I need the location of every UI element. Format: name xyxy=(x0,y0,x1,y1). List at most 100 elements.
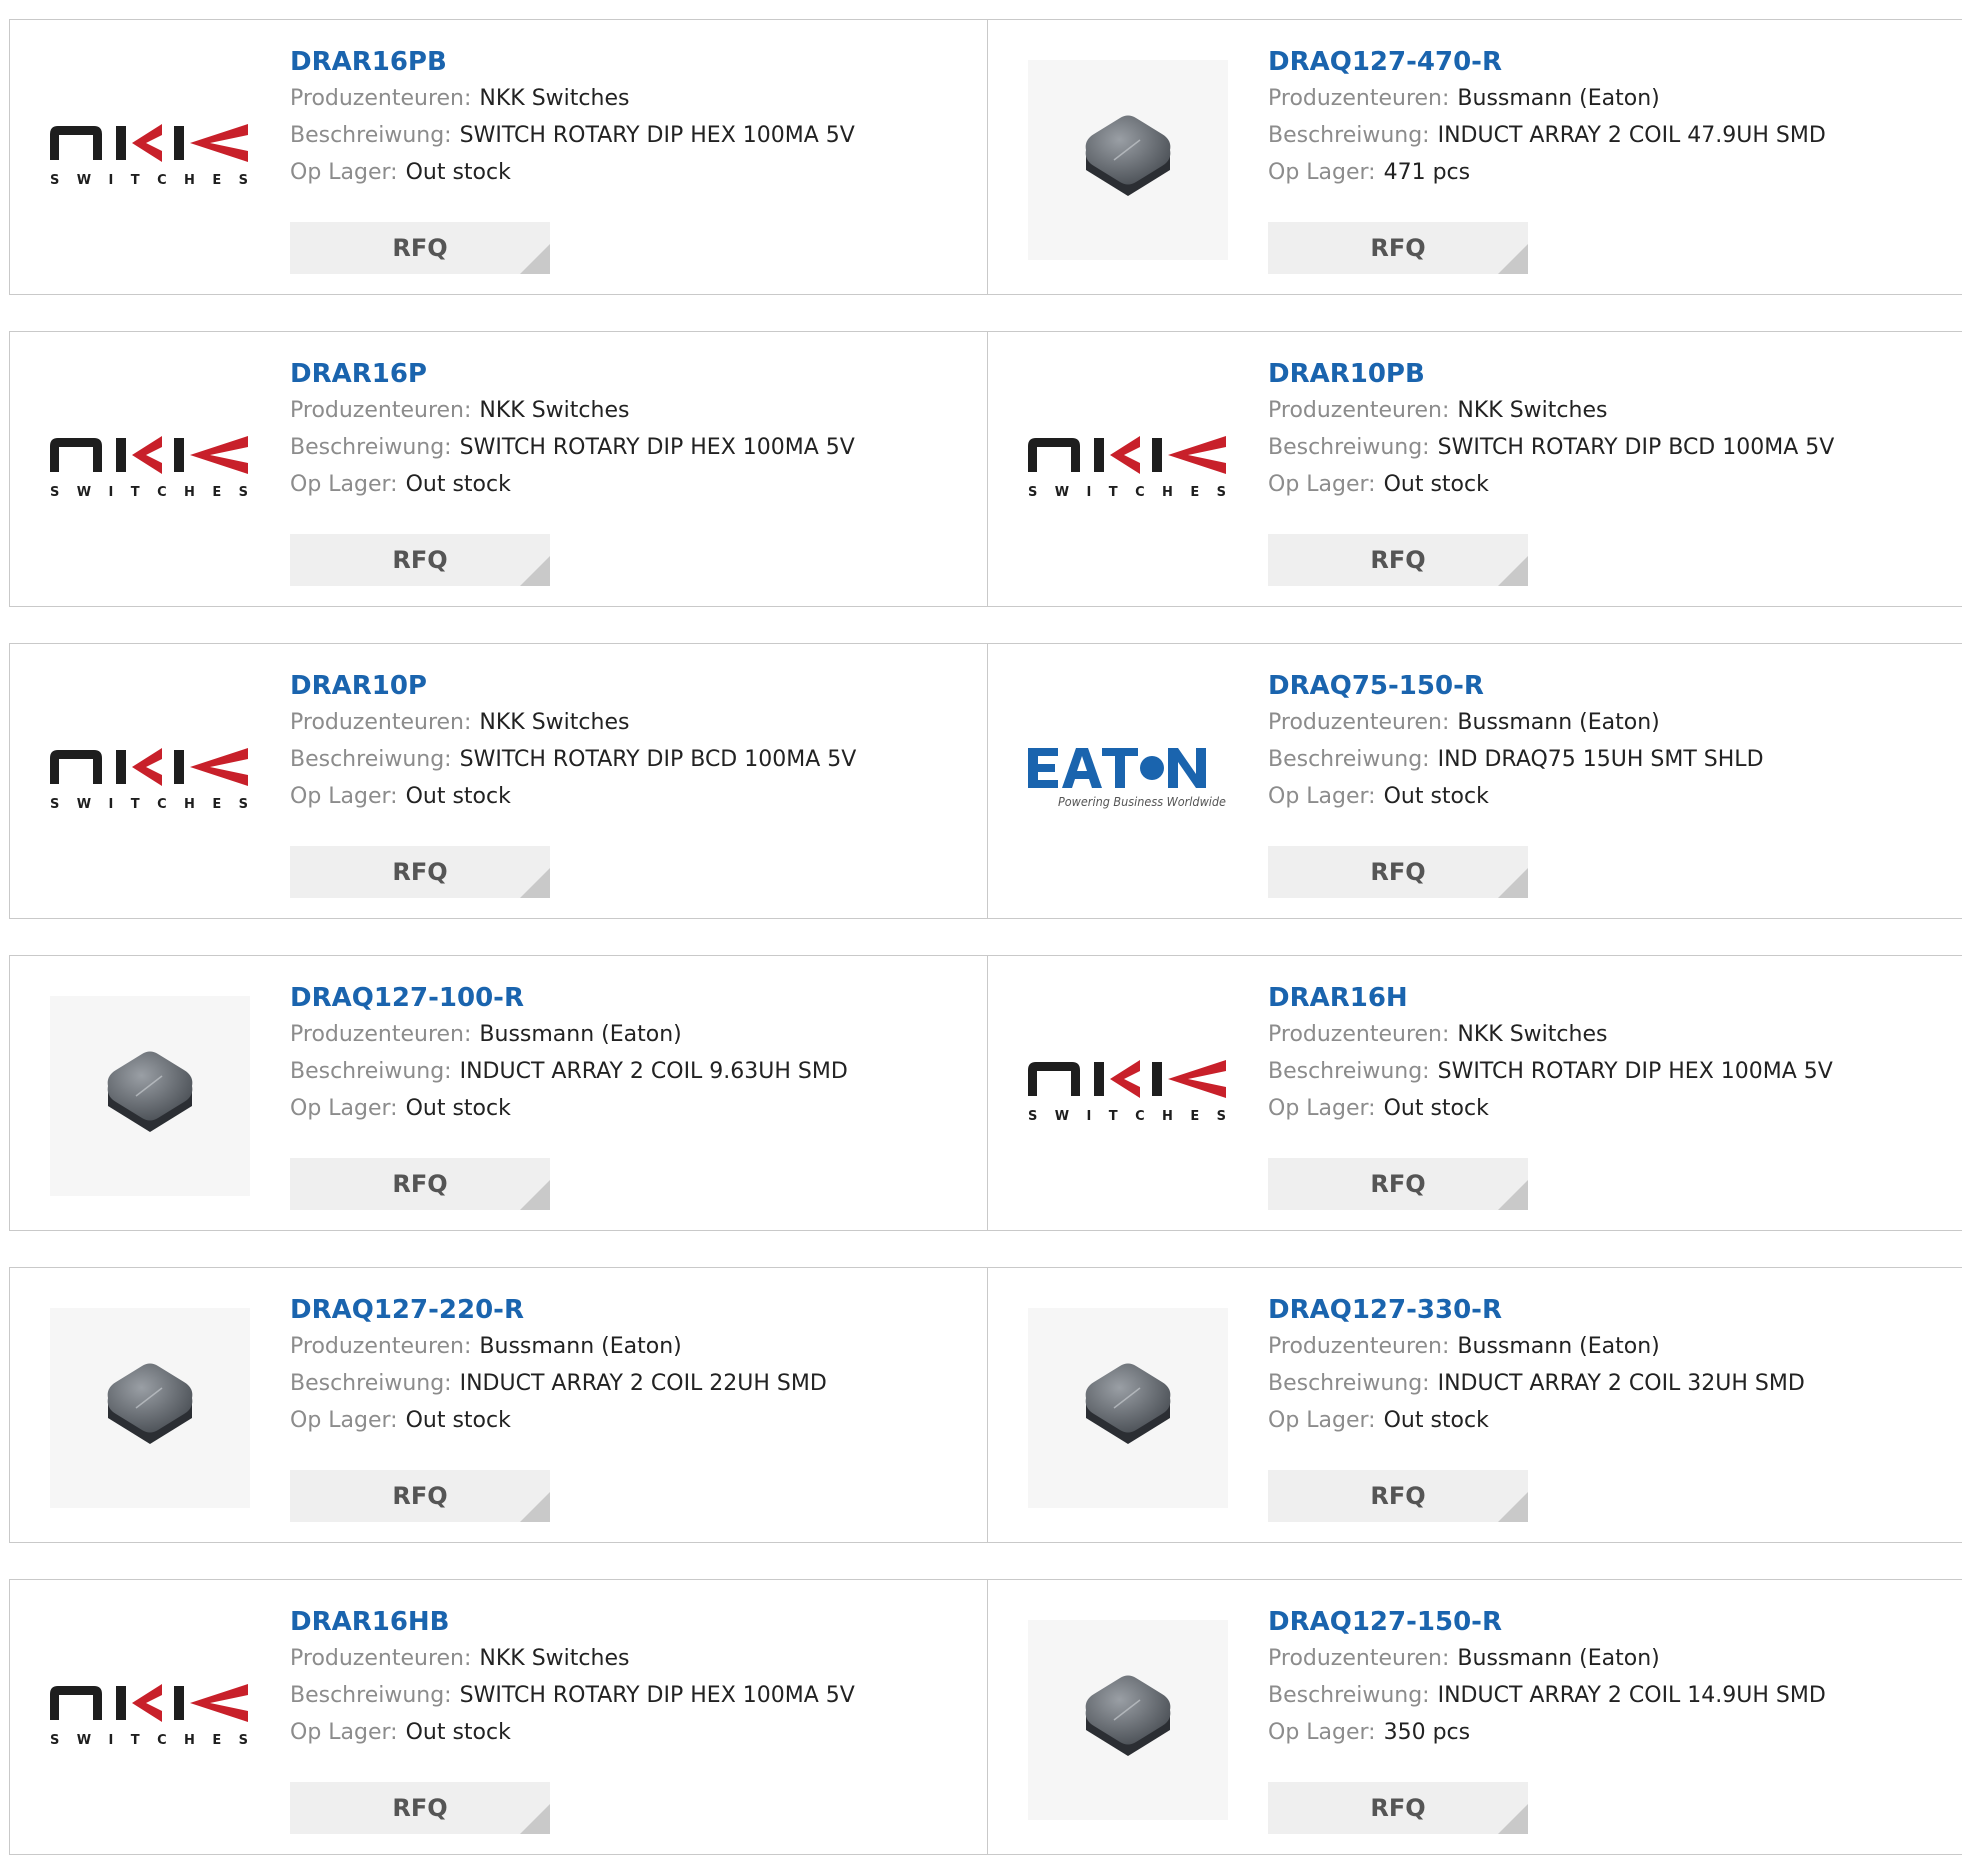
nkk-logo: S W I T C H E S xyxy=(50,436,248,500)
part-number-link[interactable]: DRAQ127-150-R xyxy=(1268,1604,1502,1640)
stock-label: Op Lager: xyxy=(290,1720,398,1745)
manufacturer-label: Produzenteuren: xyxy=(1268,86,1450,111)
product-image[interactable] xyxy=(50,996,250,1196)
description-row: Beschreiwung: INDUCT ARRAY 2 COIL 32UH SM… xyxy=(1268,1365,1962,1402)
part-number-link[interactable]: DRAQ127-330-R xyxy=(1268,1292,1502,1328)
product-image[interactable] xyxy=(50,1308,250,1508)
stock-label: Op Lager: xyxy=(1268,472,1376,497)
description-value: INDUCT ARRAY 2 COIL 9.63UH SMD xyxy=(459,1059,848,1084)
rfq-button[interactable]: RFQ xyxy=(290,534,550,586)
rfq-corner-decoration xyxy=(1498,556,1528,586)
eaton-logo-tagline: Powering Business Worldwide xyxy=(1058,795,1226,809)
product-image[interactable]: S W I T C H E S xyxy=(1028,996,1228,1196)
product-info: DRAQ127-330-R Produzenteuren: Bussmann (E… xyxy=(1268,1292,1962,1439)
product-image[interactable] xyxy=(1028,60,1228,260)
rfq-button[interactable]: RFQ xyxy=(1268,534,1528,586)
manufacturer-row: Produzenteuren: Bussmann (Eaton) xyxy=(1268,80,1962,117)
stock-label: Op Lager: xyxy=(290,784,398,809)
rfq-button[interactable]: RFQ xyxy=(290,1158,550,1210)
stock-value: 471 pcs xyxy=(1383,160,1471,185)
eaton-logo: Powering Business Worldwide xyxy=(1028,748,1226,809)
stock-value: Out stock xyxy=(1383,784,1489,809)
part-number-link[interactable]: DRAR10P xyxy=(290,668,427,704)
product-image[interactable]: Powering Business Worldwide xyxy=(1028,684,1228,884)
part-number-link[interactable]: DRAQ75-150-R xyxy=(1268,668,1484,704)
rfq-button[interactable]: RFQ xyxy=(1268,222,1528,274)
nkk-logo-tagline: S W I T C H E S xyxy=(50,173,248,188)
product-card: S W I T C H E S DRAR16PB Produzenteuren:… xyxy=(9,19,988,295)
rfq-button[interactable]: RFQ xyxy=(290,1470,550,1522)
product-card: S W I T C H E S DRAR16HB Produzenteuren:… xyxy=(9,1579,988,1855)
manufacturer-row: Produzenteuren: Bussmann (Eaton) xyxy=(1268,1640,1962,1677)
nkk-logo-tagline: S W I T C H E S xyxy=(50,797,248,812)
rfq-button[interactable]: RFQ xyxy=(1268,1158,1528,1210)
description-row: Beschreiwung: INDUCT ARRAY 2 COIL 14.9UH … xyxy=(1268,1677,1962,1714)
part-number-link[interactable]: DRAQ127-220-R xyxy=(290,1292,524,1328)
description-row: Beschreiwung: INDUCT ARRAY 2 COIL 47.9UH … xyxy=(1268,117,1962,154)
rfq-label: RFQ xyxy=(392,234,448,262)
rfq-corner-decoration xyxy=(520,868,550,898)
stock-label: Op Lager: xyxy=(1268,784,1376,809)
description-label: Beschreiwung: xyxy=(1268,123,1430,148)
product-image[interactable]: S W I T C H E S xyxy=(50,684,250,884)
product-image[interactable]: S W I T C H E S xyxy=(1028,372,1228,572)
product-card: S W I T C H E S DRAR16P Produzenteuren: N… xyxy=(9,331,988,607)
product-card: S W I T C H E S DRAR10PB Produzenteuren:… xyxy=(987,331,1962,607)
nkk-logo-tagline: S W I T C H E S xyxy=(1028,1109,1226,1124)
manufacturer-label: Produzenteuren: xyxy=(1268,1334,1450,1359)
stock-label: Op Lager: xyxy=(1268,1408,1376,1433)
product-image[interactable]: S W I T C H E S xyxy=(50,1620,250,1820)
rfq-corner-decoration xyxy=(1498,1180,1528,1210)
rfq-button[interactable]: RFQ xyxy=(290,1782,550,1834)
product-image[interactable] xyxy=(1028,1620,1228,1820)
part-number-link[interactable]: DRAR10PB xyxy=(1268,356,1425,392)
rfq-label: RFQ xyxy=(1370,858,1426,886)
part-number-link[interactable]: DRAQ127-470-R xyxy=(1268,44,1502,80)
description-row: Beschreiwung: INDUCT ARRAY 2 COIL 22UH SM… xyxy=(290,1365,977,1402)
manufacturer-value: Bussmann (Eaton) xyxy=(1457,710,1660,735)
manufacturer-value: Bussmann (Eaton) xyxy=(1457,1334,1660,1359)
rfq-corner-decoration xyxy=(1498,868,1528,898)
stock-label: Op Lager: xyxy=(1268,160,1376,185)
rfq-button[interactable]: RFQ xyxy=(290,222,550,274)
rfq-label: RFQ xyxy=(392,1170,448,1198)
manufacturer-row: Produzenteuren: Bussmann (Eaton) xyxy=(290,1328,977,1365)
rfq-corner-decoration xyxy=(520,1492,550,1522)
stock-label: Op Lager: xyxy=(1268,1096,1376,1121)
part-number-link[interactable]: DRAR16HB xyxy=(290,1604,450,1640)
stock-value: Out stock xyxy=(1383,472,1489,497)
part-number-link[interactable]: DRAR16PB xyxy=(290,44,447,80)
part-number-link[interactable]: DRAQ127-100-R xyxy=(290,980,524,1016)
nkk-logo: S W I T C H E S xyxy=(1028,436,1226,500)
rfq-label: RFQ xyxy=(1370,234,1426,262)
stock-row: Op Lager: Out stock xyxy=(290,1714,977,1751)
manufacturer-label: Produzenteuren: xyxy=(1268,398,1450,423)
rfq-button[interactable]: RFQ xyxy=(290,846,550,898)
inductor-chip-image xyxy=(107,1051,193,1132)
product-image[interactable]: S W I T C H E S xyxy=(50,372,250,572)
stock-row: Op Lager: Out stock xyxy=(290,778,977,815)
manufacturer-row: Produzenteuren: NKK Switches xyxy=(1268,1016,1962,1053)
manufacturer-row: Produzenteuren: NKK Switches xyxy=(290,80,977,117)
stock-value: Out stock xyxy=(405,472,511,497)
stock-value: Out stock xyxy=(405,1408,511,1433)
manufacturer-label: Produzenteuren: xyxy=(1268,1646,1450,1671)
part-number-link[interactable]: DRAR16H xyxy=(1268,980,1408,1016)
product-card: DRAQ127-330-R Produzenteuren: Bussmann (E… xyxy=(987,1267,1962,1543)
nkk-logo-tagline: S W I T C H E S xyxy=(50,485,248,500)
rfq-button[interactable]: RFQ xyxy=(1268,1782,1528,1834)
description-label: Beschreiwung: xyxy=(1268,747,1430,772)
rfq-button[interactable]: RFQ xyxy=(1268,1470,1528,1522)
description-label: Beschreiwung: xyxy=(1268,1059,1430,1084)
manufacturer-row: Produzenteuren: NKK Switches xyxy=(290,1640,977,1677)
part-number-link[interactable]: DRAR16P xyxy=(290,356,427,392)
rfq-button[interactable]: RFQ xyxy=(1268,846,1528,898)
rfq-label: RFQ xyxy=(392,1482,448,1510)
nkk-logo-tagline: S W I T C H E S xyxy=(50,1733,248,1748)
description-value: SWITCH ROTARY DIP BCD 100MA 5V xyxy=(1437,435,1835,460)
rfq-label: RFQ xyxy=(392,1794,448,1822)
product-image[interactable] xyxy=(1028,1308,1228,1508)
description-row: Beschreiwung: SWITCH ROTARY DIP BCD 100MA… xyxy=(290,741,977,778)
stock-label: Op Lager: xyxy=(1268,1720,1376,1745)
product-image[interactable]: S W I T C H E S xyxy=(50,60,250,260)
